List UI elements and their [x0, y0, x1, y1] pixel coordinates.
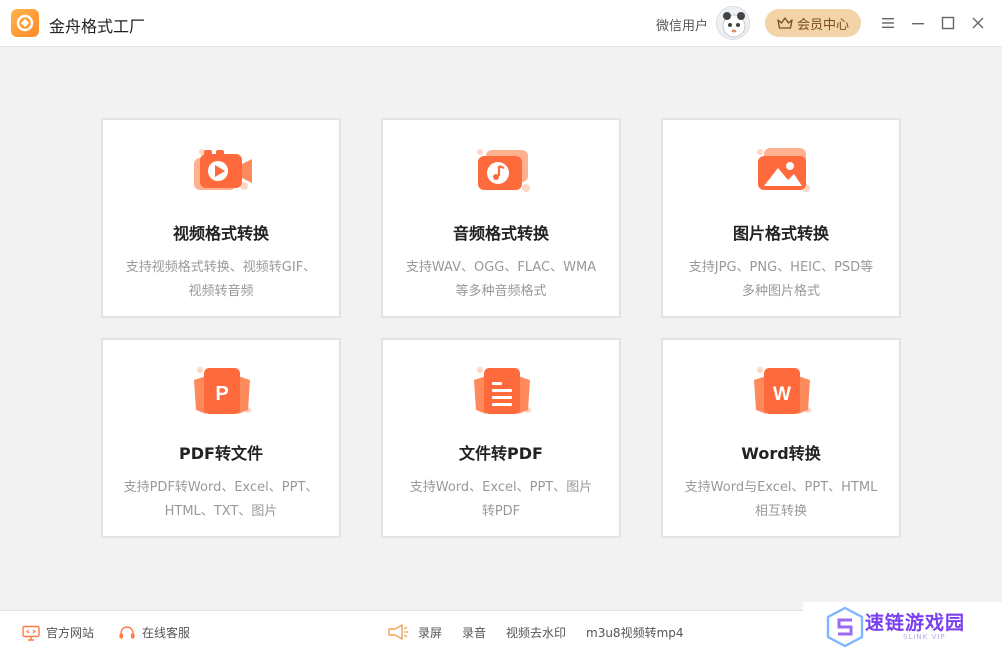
card-desc-line: 支持WAV、OGG、FLAC、WMA	[405, 260, 597, 275]
record-screen-link[interactable]: 录屏	[418, 624, 442, 641]
file-to-pdf-icon	[474, 367, 531, 414]
card-description: 支持WAV、OGG、FLAC、WMA 等多种音频格式	[391, 256, 611, 304]
card-desc-line: 多种图片格式	[741, 284, 820, 299]
m3u8-convert-link[interactable]: m3u8视频转mp4	[586, 624, 684, 641]
megaphone-icon	[388, 624, 408, 640]
image-convert-icon	[757, 148, 810, 192]
card-desc-line: 视频转音频	[188, 284, 254, 299]
pdf-glyph: P	[215, 383, 228, 405]
user-name[interactable]: 微信用户	[656, 15, 708, 34]
menu-button[interactable]	[878, 13, 898, 33]
watermark-text: 速链游戏园	[865, 612, 966, 634]
maximize-icon	[941, 16, 955, 30]
card-title: PDF转文件	[179, 444, 263, 463]
close-button[interactable]	[968, 13, 988, 33]
card-title: 音频格式转换	[452, 224, 549, 243]
website-label: 官方网站	[46, 626, 95, 640]
maximize-button[interactable]	[938, 13, 958, 33]
card-description: 支持Word与Excel、PPT、HTML 相互转换	[671, 476, 891, 524]
avatar[interactable]	[716, 6, 750, 40]
card-file-to-pdf[interactable]: 文件转PDF 支持Word、Excel、PPT、图片 转PDF	[381, 338, 621, 538]
headset-icon	[119, 625, 135, 638]
audio-convert-icon	[477, 149, 530, 192]
card-title: 视频格式转换	[172, 224, 269, 243]
remove-watermark-link[interactable]: 视频去水印	[506, 624, 566, 641]
card-audio-convert[interactable]: 音频格式转换 支持WAV、OGG、FLAC、WMA 等多种音频格式	[381, 118, 621, 318]
card-description: 支持Word、Excel、PPT、图片 转PDF	[391, 476, 611, 524]
card-image-convert[interactable]: 图片格式转换 支持JPG、PNG、HEIC、PSD等 多种图片格式	[661, 118, 901, 318]
card-desc-line: 转PDF	[481, 504, 521, 519]
word-glyph: W	[773, 384, 791, 405]
card-pdf-convert[interactable]: P PDF转文件 支持PDF转Word、Excel、PPT、 HTML、TXT、…	[101, 338, 341, 538]
card-desc-line: 支持Word、Excel、PPT、图片	[409, 480, 593, 495]
watermark-logo-icon	[826, 606, 864, 648]
menu-icon	[882, 18, 894, 28]
card-description: 支持JPG、PNG、HEIC、PSD等 多种图片格式	[671, 256, 891, 304]
card-desc-line: HTML、TXT、图片	[164, 504, 278, 519]
card-description: 支持视频格式转换、视频转GIF、 视频转音频	[111, 256, 331, 304]
card-desc-line: 支持JPG、PNG、HEIC、PSD等	[688, 260, 874, 275]
card-title: 文件转PDF	[459, 444, 543, 463]
minimize-button[interactable]	[908, 13, 928, 33]
video-convert-icon	[194, 149, 252, 190]
card-description: 支持PDF转Word、Excel、PPT、 HTML、TXT、图片	[111, 476, 331, 524]
watermark-subtext: SLINK VIP	[903, 633, 946, 641]
vip-center-label: 会员中心	[796, 17, 849, 33]
card-desc-line: 支持Word与Excel、PPT、HTML	[684, 480, 878, 495]
card-word-convert[interactable]: W Word转换 支持Word与Excel、PPT、HTML 相互转换	[661, 338, 901, 538]
close-icon	[972, 17, 984, 29]
app-logo-icon	[11, 9, 39, 37]
card-video-convert[interactable]: 视频格式转换 支持视频格式转换、视频转GIF、 视频转音频	[101, 118, 341, 318]
card-title: Word转换	[741, 444, 821, 463]
support-link[interactable]: 在线客服	[118, 624, 190, 641]
card-desc-line: 支持视频格式转换、视频转GIF、	[125, 260, 317, 275]
minimize-icon	[912, 23, 924, 25]
app-title: 金舟格式工厂	[49, 17, 146, 36]
crown-icon	[777, 17, 793, 29]
card-desc-line: 相互转换	[754, 504, 807, 519]
title-bar: 金舟格式工厂 微信用户 会员中心	[0, 0, 1002, 47]
record-audio-link[interactable]: 录音	[462, 624, 486, 641]
pdf-convert-icon: P	[194, 367, 251, 414]
card-title: 图片格式转换	[732, 224, 829, 243]
card-desc-line: 支持PDF转Word、Excel、PPT、	[123, 480, 319, 495]
support-label: 在线客服	[142, 626, 191, 640]
monitor-icon	[22, 625, 40, 641]
website-link[interactable]: 官方网站	[22, 624, 94, 641]
watermark: 速链游戏园 SLINK VIP	[803, 602, 1002, 652]
word-convert-icon: W	[754, 367, 811, 414]
vip-center-button[interactable]: 会员中心	[765, 9, 861, 37]
card-desc-line: 等多种音频格式	[455, 284, 547, 299]
